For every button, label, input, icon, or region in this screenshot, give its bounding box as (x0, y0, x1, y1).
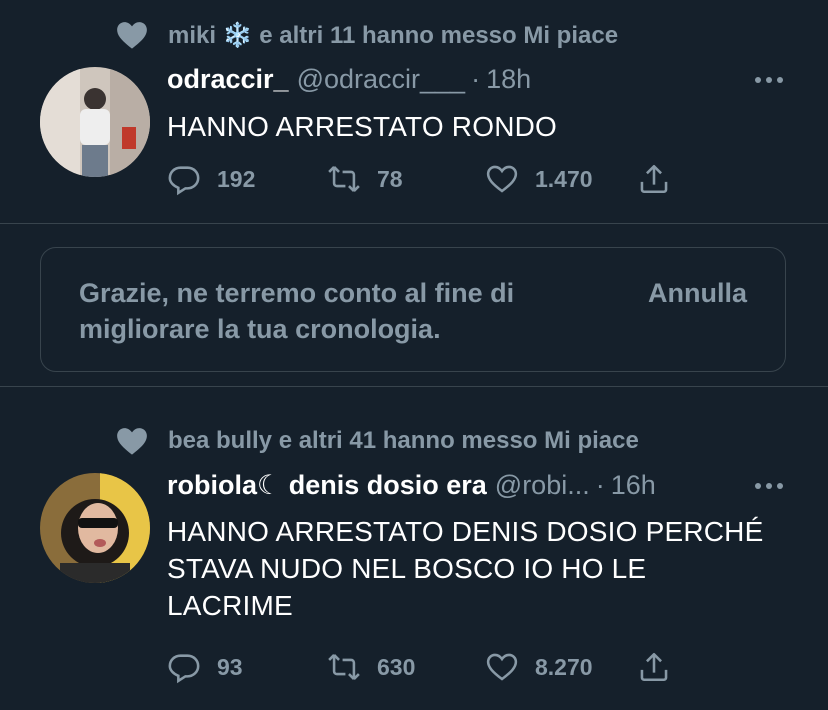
share-button[interactable] (637, 650, 671, 684)
retweet-button[interactable]: 630 (327, 650, 485, 684)
display-name[interactable]: odraccir_ (167, 64, 289, 95)
separator-dot: · (595, 470, 605, 500)
reply-button[interactable]: 192 (167, 162, 327, 196)
like-button[interactable]: 1.470 (485, 162, 637, 196)
tweet-header: robiola☾ denis dosio era @robi... · 16h (167, 470, 788, 501)
display-name[interactable]: robiola☾ denis dosio era (167, 470, 487, 501)
social-context-text: miki ❄️ e altri 11 hanno messo Mi piace (168, 21, 619, 49)
heart-filled-icon (117, 22, 147, 49)
retweet-icon (328, 166, 360, 192)
heart-filled-icon (117, 428, 147, 455)
avatar-photo (40, 473, 150, 583)
tweet-text: HANNO ARRESTATO DENIS DOSIO PERCHÉ STAVA… (167, 516, 764, 621)
tweet-header: odraccir_ @odraccir___ · 18h (167, 64, 788, 95)
share-button[interactable] (637, 162, 671, 196)
tweet-actions: 93 630 8.270 (167, 650, 671, 684)
reply-icon (168, 166, 200, 196)
separator-dot: · (471, 64, 481, 94)
like-icon (486, 165, 518, 193)
social-context: miki ❄️ e altri 11 hanno messo Mi piace (112, 18, 618, 52)
social-context: bea bully e altri 41 hanno messo Mi piac… (112, 424, 639, 458)
avatar-photo (40, 67, 150, 177)
tweet-text: HANNO ARRESTATO RONDO (167, 111, 558, 142)
reply-button[interactable]: 93 (167, 650, 327, 684)
user-handle[interactable]: @robi... (495, 470, 590, 501)
like-count: 1.470 (535, 165, 593, 192)
avatar[interactable] (40, 473, 150, 583)
more-icon[interactable] (754, 481, 784, 491)
reply-count: 93 (217, 653, 243, 680)
feedback-card: Grazie, ne terremo conto al fine di migl… (40, 247, 786, 372)
divider (0, 386, 828, 387)
divider (0, 223, 828, 224)
share-icon (640, 652, 668, 682)
user-handle[interactable]: @odraccir___ (297, 64, 466, 95)
like-icon (486, 653, 518, 681)
share-icon (640, 164, 668, 194)
like-button[interactable]: 8.270 (485, 650, 637, 684)
more-icon[interactable] (754, 75, 784, 85)
retweet-count: 630 (377, 653, 416, 680)
retweet-icon (328, 654, 360, 680)
retweet-count: 78 (377, 165, 403, 192)
like-count: 8.270 (535, 653, 593, 680)
social-context-text: bea bully e altri 41 hanno messo Mi piac… (168, 427, 639, 454)
avatar[interactable] (40, 67, 150, 177)
timestamp[interactable]: 16h (611, 470, 656, 501)
undo-button[interactable]: Annulla (648, 275, 747, 311)
retweet-button[interactable]: 78 (327, 162, 485, 196)
reply-icon (168, 654, 200, 684)
reply-count: 192 (217, 165, 256, 192)
tweet-actions: 192 78 1.470 (167, 162, 671, 196)
feedback-message: Grazie, ne terremo conto al fine di migl… (79, 278, 515, 344)
timestamp[interactable]: 18h (486, 64, 531, 95)
